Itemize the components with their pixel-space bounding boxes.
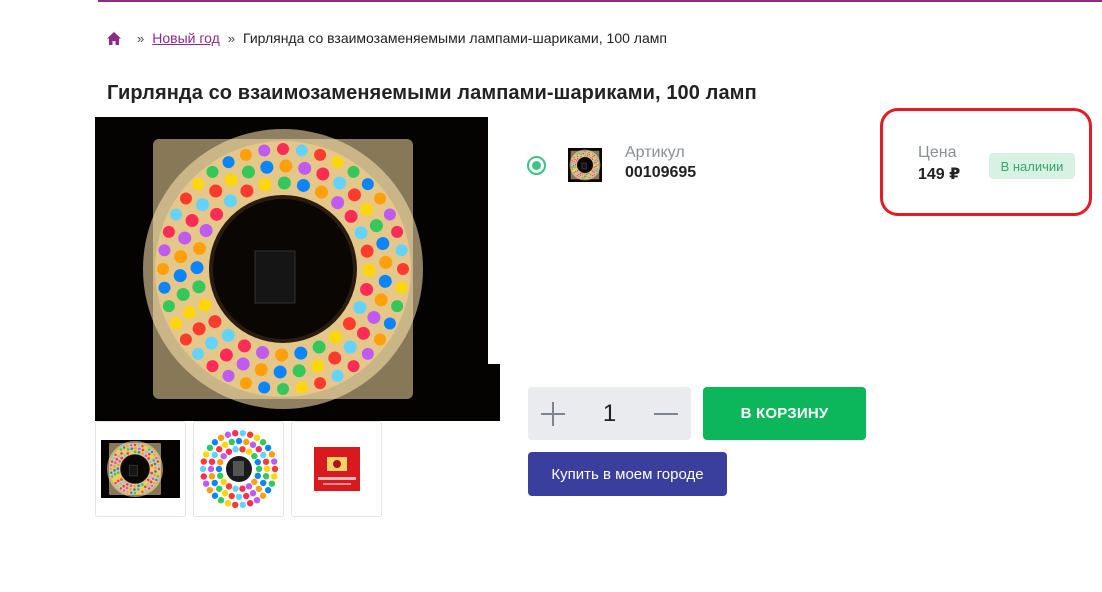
variant-radio-dot (532, 161, 541, 170)
breadcrumb-link-new-year[interactable]: Новый год (152, 30, 220, 46)
article-label: Артикул (625, 144, 685, 161)
product-thumbnails (95, 421, 382, 517)
breadcrumb-separator: » (137, 30, 145, 46)
price-highlight-annotation (880, 108, 1092, 216)
article-value: 00109695 (625, 164, 697, 181)
top-border-line (98, 0, 1102, 2)
thumbnail-2[interactable] (193, 421, 284, 517)
page-title: Гирлянда со взаимозаменяемыми лампами-ша… (107, 82, 757, 104)
add-to-cart-button[interactable]: В КОРЗИНУ (703, 387, 866, 440)
breadcrumb-separator: » (227, 30, 236, 46)
buy-in-my-city-button[interactable]: Купить в моем городе (528, 452, 727, 496)
home-icon[interactable] (107, 31, 121, 45)
quantity-increase-button[interactable] (540, 401, 566, 427)
variant-thumbnail (568, 148, 602, 182)
thumbnail-3[interactable] (291, 421, 382, 517)
thumbnail-1[interactable] (95, 421, 186, 517)
quantity-decrease-button[interactable] (653, 401, 679, 427)
variant-radio[interactable] (527, 156, 546, 175)
product-main-image[interactable] (95, 117, 500, 421)
breadcrumb: » Новый год » Гирлянда со взаимозаменяем… (107, 29, 667, 47)
quantity-stepper: 1 (528, 387, 691, 440)
quantity-value[interactable]: 1 (603, 400, 616, 428)
breadcrumb-current: Гирлянда со взаимозаменяемыми лампами-ша… (243, 30, 667, 46)
